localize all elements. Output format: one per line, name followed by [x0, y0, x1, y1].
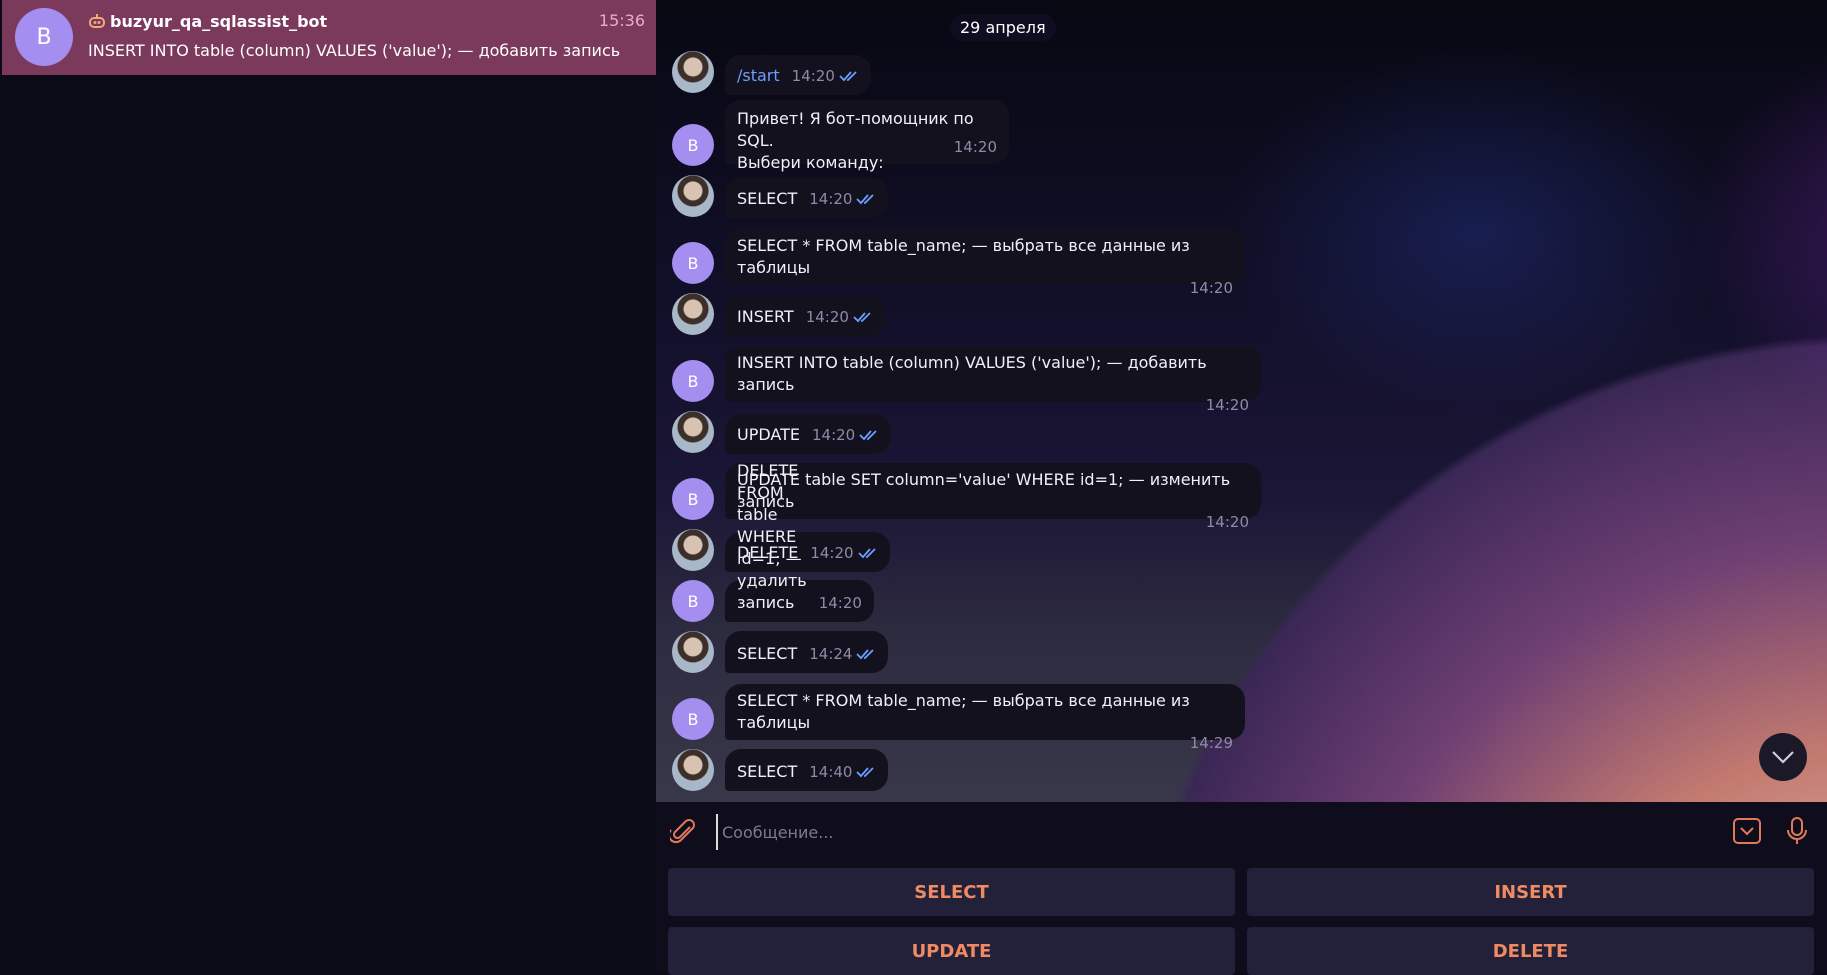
message-text: SELECT * FROM table_name; — выбрать все … [737, 691, 1190, 732]
double-check-icon [856, 767, 875, 778]
message-time: 14:20 [805, 308, 849, 326]
message-meta: 14:24 [809, 643, 876, 665]
message-meta: 14:20 [810, 542, 877, 564]
user-avatar [672, 175, 714, 217]
message-bubble-outgoing[interactable]: SELECT 14:24 [725, 631, 889, 673]
paperclip-icon[interactable] [670, 818, 698, 846]
date-separator: 29 апреля [950, 14, 1056, 41]
message-text: SELECT [737, 762, 798, 781]
message-time: 14:20 [791, 67, 835, 85]
message-time: 14:20 [1205, 513, 1249, 531]
message-text: DELETE FROM table WHERE id=1; — удалить … [737, 461, 807, 612]
message-bubble-incoming[interactable]: SELECT * FROM table_name; — выбрать все … [725, 684, 1245, 752]
bot-keyboard: SELECT INSERT UPDATE DELETE [656, 860, 1827, 975]
message-bubble-incoming[interactable]: SELECT * FROM table_name; — выбрать все … [725, 229, 1245, 297]
double-check-icon [856, 649, 875, 660]
message-bubble-outgoing[interactable]: SELECT 14:40 [725, 749, 889, 791]
bot-icon [89, 14, 105, 28]
chat-list: B buzyur_qa_sqlassist_bot 15:36 INSERT I… [0, 0, 656, 973]
message-bubble-outgoing[interactable]: UPDATE 14:20 [725, 414, 892, 454]
chevron-down-icon [1772, 751, 1794, 764]
user-avatar [672, 51, 714, 93]
message-text[interactable]: /start [737, 65, 780, 87]
message-text: SELECT [737, 189, 798, 208]
message-bubble-incoming[interactable]: Привет! Я бот-помощник по SQL. Выбери ко… [725, 100, 1009, 172]
message-time: 14:20 [811, 426, 856, 444]
user-avatar [672, 749, 714, 791]
message-time: 14:20 [953, 138, 997, 156]
message-meta: 14:40 [809, 761, 876, 783]
chat-avatar: B [15, 8, 73, 66]
message-composer [656, 802, 1827, 860]
message-time: 14:20 [810, 544, 854, 562]
bot-avatar: B [672, 580, 714, 622]
message-text: INSERT INTO table (column) VALUES ('valu… [737, 353, 1207, 394]
message-input[interactable] [716, 814, 1724, 850]
message-time: 14:24 [809, 645, 853, 663]
user-avatar [672, 529, 714, 571]
keyboard-icon[interactable] [1732, 816, 1762, 846]
message-text: SELECT * FROM table_name; — выбрать все … [737, 236, 1190, 277]
message-meta: 14:20 [792, 65, 859, 87]
double-check-icon [859, 430, 877, 441]
user-avatar [672, 411, 714, 453]
message-text: INSERT [737, 307, 794, 326]
double-check-icon [856, 194, 875, 205]
message-bubble-incoming[interactable]: DELETE FROM table WHERE id=1; — удалить … [725, 461, 874, 622]
select-button[interactable]: SELECT [668, 868, 1235, 916]
chat-list-item-active[interactable]: B buzyur_qa_sqlassist_bot 15:36 INSERT I… [2, 0, 656, 75]
message-time: 14:40 [809, 763, 853, 781]
message-bubble-outgoing[interactable]: SELECT 14:20 [725, 178, 889, 218]
chat-name-row: buzyur_qa_sqlassist_bot [88, 11, 327, 31]
message-meta: 14:20 [812, 424, 879, 446]
message-text: UPDATE table SET column='value' WHERE id… [737, 470, 1231, 511]
message-bubble-outgoing[interactable]: INSERT 14:20 [725, 296, 885, 336]
double-check-icon [839, 71, 857, 82]
message-meta: 14:20 [806, 306, 873, 328]
chat-time: 15:36 [598, 11, 645, 30]
bot-avatar: B [672, 124, 714, 166]
delete-button[interactable]: DELETE [1247, 927, 1814, 975]
double-check-icon [857, 548, 876, 559]
bot-avatar: B [672, 698, 714, 740]
bot-avatar: B [672, 360, 714, 402]
scroll-down-button[interactable] [1759, 733, 1807, 781]
chat-name: buzyur_qa_sqlassist_bot [110, 11, 328, 31]
chat-preview: INSERT INTO table (column) VALUES ('valu… [88, 41, 621, 60]
microphone-icon[interactable] [1786, 816, 1808, 846]
user-avatar [672, 631, 714, 673]
message-text: SELECT [737, 644, 798, 663]
message-time: 14:20 [809, 190, 853, 208]
message-bubble-incoming[interactable]: INSERT INTO table (column) VALUES ('valu… [725, 346, 1261, 414]
message-meta: 14:20 [809, 188, 876, 210]
insert-button[interactable]: INSERT [1247, 868, 1814, 916]
user-avatar [672, 293, 714, 335]
message-text: UPDATE [737, 425, 800, 444]
message-time: 14:20 [1205, 396, 1249, 414]
message-bubble-outgoing[interactable]: /start 14:20 [725, 55, 871, 95]
bot-avatar: B [672, 478, 714, 520]
message-time: 14:20 [818, 594, 862, 612]
bot-avatar: B [672, 242, 714, 284]
double-check-icon [853, 312, 871, 323]
update-button[interactable]: UPDATE [668, 927, 1235, 975]
